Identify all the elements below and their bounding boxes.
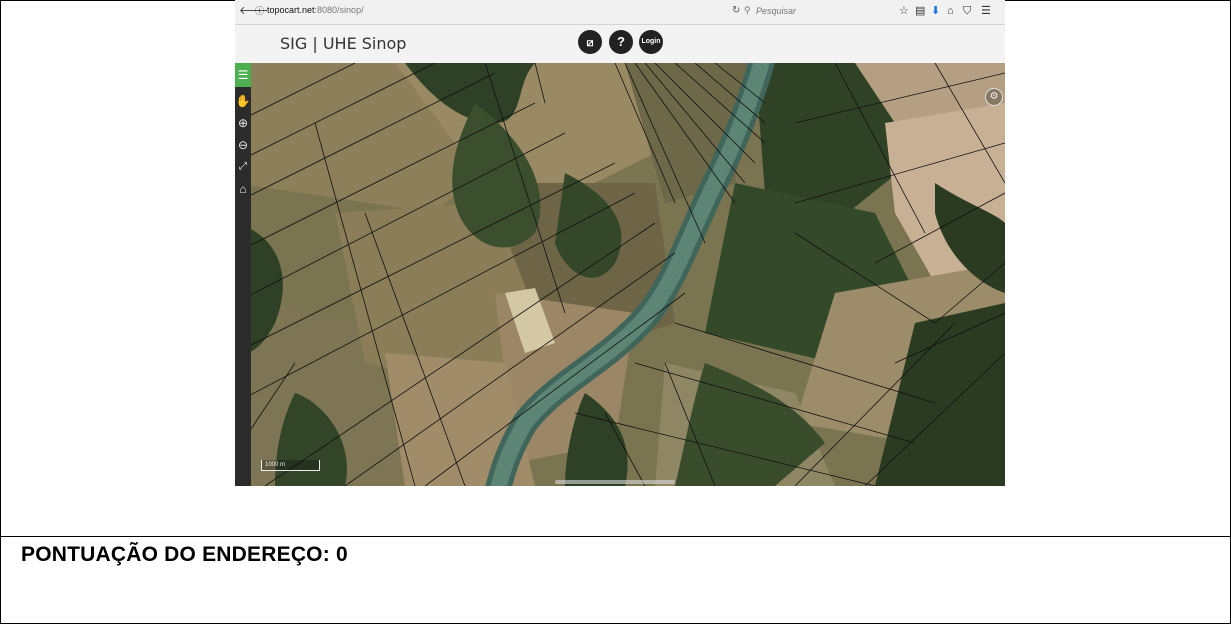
- url-path: :8080/sinop/: [314, 5, 364, 15]
- satellite-map[interactable]: [235, 63, 1005, 486]
- hand-icon: ✋: [235, 94, 251, 108]
- download-icon[interactable]: ⬇: [931, 4, 940, 18]
- measure-icon: ⧄: [586, 37, 594, 49]
- map-toolbar: ☰ ✋ ⊕ ⊖ ⤢ ⌂: [235, 63, 251, 486]
- home-view-button[interactable]: ⌂: [235, 179, 251, 199]
- search-input[interactable]: [756, 4, 852, 18]
- zoom-out-button[interactable]: ⊖: [235, 135, 251, 155]
- hamburger-menu-icon[interactable]: ☰: [981, 4, 991, 18]
- horizontal-scrollbar[interactable]: [555, 480, 675, 484]
- full-extent-icon: ⤢: [239, 161, 247, 172]
- side-menu-button[interactable]: ☰: [235, 63, 251, 87]
- measure-button[interactable]: ⧄: [578, 30, 602, 54]
- app-title: SIG | UHE Sinop: [280, 34, 407, 53]
- home-icon[interactable]: ⌂: [947, 4, 954, 18]
- help-button[interactable]: ?: [609, 30, 633, 54]
- url-host: topocart.net: [267, 5, 315, 15]
- gear-icon: ⚙: [989, 91, 999, 102]
- zoom-out-icon: ⊖: [237, 138, 249, 152]
- hamburger-menu-icon: ☰: [237, 68, 249, 82]
- scale-bar: 1000 m: [261, 460, 320, 471]
- back-arrow-icon[interactable]: 🡐: [239, 4, 269, 18]
- search-icon: ⚲: [744, 5, 751, 15]
- full-extent-button[interactable]: ⤢: [235, 157, 251, 177]
- app-header: SIG | UHE Sinop ⧄ ? Login: [235, 25, 1005, 64]
- document-row-divider: [0, 536, 1231, 537]
- browser-toolbar: 🡐 ⓘ topocart.net:8080/sinop/ ↻ ⚲ ☆ ▤ ⬇ ⌂…: [235, 0, 1005, 25]
- zoom-in-icon: ⊕: [237, 116, 249, 130]
- search-box[interactable]: ⚲: [744, 4, 854, 18]
- home-icon: ⌂: [239, 182, 247, 196]
- layers-button[interactable]: ⚙: [985, 88, 1003, 106]
- pocket-icon[interactable]: ⛉: [963, 4, 971, 18]
- address-bar[interactable]: topocart.net:8080/sinop/: [267, 5, 364, 15]
- login-button[interactable]: Login: [639, 30, 663, 54]
- info-icon[interactable]: ⓘ: [255, 4, 264, 18]
- clipboard-icon[interactable]: ▤: [915, 4, 925, 18]
- pan-button[interactable]: ✋: [235, 91, 251, 111]
- embedded-screenshot: 🡐 ⓘ topocart.net:8080/sinop/ ↻ ⚲ ☆ ▤ ⬇ ⌂…: [235, 0, 1005, 486]
- login-label: Login: [641, 38, 661, 45]
- address-score-caption: PONTUAÇÃO DO ENDEREÇO: 0: [21, 543, 348, 566]
- help-icon: ?: [617, 34, 625, 49]
- map-imagery: [235, 63, 1005, 486]
- reload-icon[interactable]: ↻: [732, 5, 740, 16]
- star-icon[interactable]: ☆: [899, 4, 909, 18]
- zoom-in-button[interactable]: ⊕: [235, 113, 251, 133]
